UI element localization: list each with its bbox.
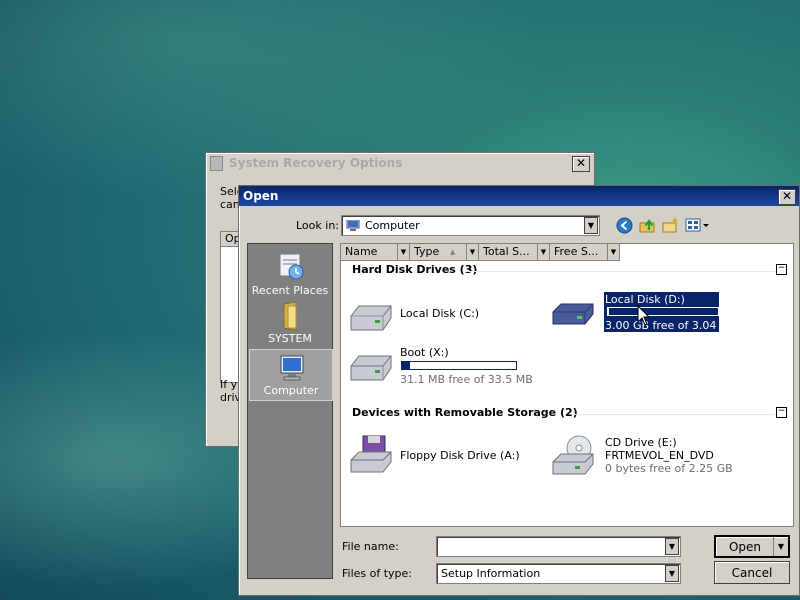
drive-x-usage-bar bbox=[401, 361, 517, 370]
group-divider bbox=[465, 271, 775, 272]
file-type-combo[interactable]: Setup Information ▼ bbox=[436, 563, 681, 584]
file-type-label: Files of type: bbox=[342, 567, 413, 580]
drive-c[interactable]: Local Disk (C:) bbox=[347, 292, 487, 338]
col-total-dropdown[interactable]: ▼ bbox=[537, 244, 549, 260]
open-close-button[interactable]: ✕ bbox=[778, 189, 796, 205]
boot-drive-icon bbox=[347, 352, 395, 388]
drive-e-free: 0 bytes free of 2.25 GB bbox=[605, 462, 733, 475]
folder-icon bbox=[274, 300, 306, 332]
computer-icon bbox=[275, 352, 307, 384]
cd-drive-icon bbox=[549, 434, 597, 480]
file-name-dropdown-arrow[interactable]: ▼ bbox=[665, 538, 679, 555]
file-name-label: File name: bbox=[342, 540, 399, 553]
recovery-close-button[interactable]: ✕ bbox=[572, 156, 590, 172]
drive-x[interactable]: Boot (X:) 31.1 MB free of 33.5 MB bbox=[347, 342, 537, 388]
recovery-text-top-2: can bbox=[220, 198, 240, 211]
collapse-hard-disk-group[interactable]: − bbox=[776, 264, 787, 275]
col-total-size[interactable]: Total S... ▼ bbox=[479, 244, 550, 261]
drive-d[interactable]: Local Disk (D:) 3.00 GB free of 3.04 GB bbox=[549, 288, 721, 345]
look-in-dropdown-arrow[interactable]: ▼ bbox=[584, 217, 598, 234]
open-title: Open bbox=[243, 189, 279, 203]
back-icon[interactable] bbox=[616, 217, 633, 234]
cancel-button[interactable]: Cancel bbox=[714, 561, 790, 584]
col-name-label: Name bbox=[345, 245, 378, 258]
open-button[interactable]: Open ▼ bbox=[714, 535, 790, 558]
new-folder-icon[interactable] bbox=[662, 217, 679, 234]
col-type-dropdown[interactable]: ▼ bbox=[466, 244, 478, 260]
drive-e[interactable]: CD Drive (E:) FRTMEVOL_EN_DVD 0 bytes fr… bbox=[549, 432, 739, 480]
drive-a-label: Floppy Disk Drive (A:) bbox=[400, 449, 520, 462]
file-name-combo[interactable]: ▼ bbox=[436, 536, 681, 557]
open-titlebar[interactable]: Open bbox=[239, 186, 799, 206]
col-free-space[interactable]: Free S... ▼ bbox=[550, 244, 620, 261]
drive-d-usage-bar bbox=[607, 307, 719, 316]
col-free-label: Free S... bbox=[554, 245, 599, 258]
file-type-value: Setup Information bbox=[441, 567, 541, 580]
col-type-label: Type bbox=[414, 245, 440, 258]
col-name-dropdown[interactable]: ▼ bbox=[397, 244, 409, 260]
drive-d-free: 3.00 GB free of 3.04 GB bbox=[605, 319, 717, 345]
floppy-drive-icon bbox=[347, 434, 395, 478]
open-button-label: Open bbox=[728, 539, 762, 554]
col-type[interactable]: Type ▲ ▼ bbox=[410, 244, 479, 261]
recent-places-icon bbox=[274, 250, 306, 284]
place-system[interactable]: SYSTEM bbox=[249, 300, 331, 348]
collapse-removable-group[interactable]: − bbox=[776, 407, 787, 418]
drive-e-volume-label: FRTMEVOL_EN_DVD bbox=[605, 449, 714, 462]
place-system-label: SYSTEM bbox=[268, 332, 312, 345]
place-computer-label: Computer bbox=[263, 384, 319, 397]
network-drive-icon bbox=[549, 300, 597, 336]
cancel-button-label: Cancel bbox=[731, 565, 773, 580]
place-recent-places-label: Recent Places bbox=[251, 284, 329, 297]
file-type-dropdown-arrow[interactable]: ▼ bbox=[665, 565, 679, 582]
col-total-label: Total S... bbox=[483, 245, 530, 258]
recovery-text-bottom-1: If y bbox=[220, 378, 238, 391]
recovery-title: System Recovery Options bbox=[229, 156, 403, 170]
drive-c-label: Local Disk (C:) bbox=[400, 307, 480, 320]
group-divider-2 bbox=[572, 414, 775, 415]
col-name[interactable]: Name ▼ bbox=[341, 244, 410, 261]
views-menu-icon[interactable] bbox=[685, 217, 711, 234]
drive-e-label: CD Drive (E:) bbox=[605, 436, 677, 449]
look-in-value: Computer bbox=[365, 219, 420, 232]
look-in-combo[interactable]: Computer ▼ bbox=[341, 215, 600, 236]
computer-small-icon bbox=[346, 219, 360, 231]
places-bar: Recent Places SYSTEM Computer bbox=[247, 243, 333, 579]
hard-drive-icon bbox=[347, 302, 395, 338]
col-free-dropdown[interactable]: ▼ bbox=[607, 244, 619, 260]
mouse-cursor-icon bbox=[637, 304, 651, 327]
drive-x-free: 31.1 MB free of 33.5 MB bbox=[400, 373, 533, 386]
drive-a[interactable]: Floppy Disk Drive (A:) bbox=[347, 432, 527, 478]
file-list[interactable]: Name ▼ Type ▲ ▼ Total S... ▼ Free S... ▼… bbox=[340, 243, 794, 527]
sort-asc-icon: ▲ bbox=[450, 248, 456, 256]
drive-x-label: Boot (X:) bbox=[400, 346, 449, 359]
place-computer[interactable]: Computer bbox=[249, 349, 333, 401]
place-recent-places[interactable]: Recent Places bbox=[249, 248, 331, 300]
recovery-titlebar[interactable]: System Recovery Options bbox=[206, 153, 594, 173]
look-in-label: Look in: bbox=[296, 219, 339, 232]
open-split-arrow[interactable]: ▼ bbox=[773, 537, 788, 556]
group-removable-storage: Devices with Removable Storage (2) bbox=[352, 406, 578, 419]
up-folder-icon[interactable] bbox=[639, 217, 656, 234]
group-hard-disk-drives: Hard Disk Drives (3) bbox=[352, 263, 478, 276]
recovery-app-icon bbox=[210, 155, 223, 171]
